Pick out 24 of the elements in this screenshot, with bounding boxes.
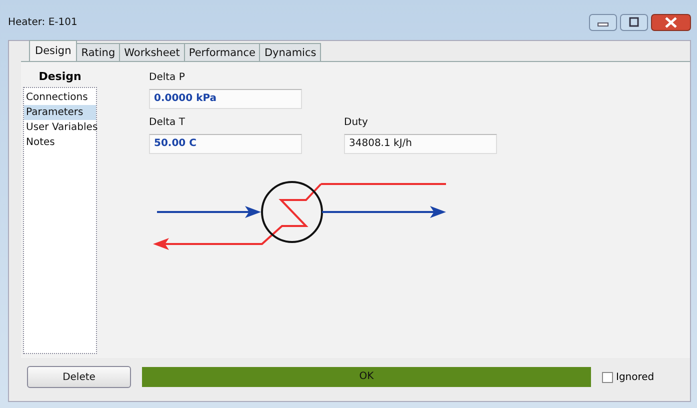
navigation-item[interactable]: Notes xyxy=(24,135,96,150)
checkbox-label: Ignored xyxy=(616,372,654,382)
input-field[interactable]: 0.0000 kPa xyxy=(149,89,302,109)
navigation-item[interactable]: User Variables xyxy=(24,120,96,135)
field-label: Duty xyxy=(344,117,369,128)
navigation-item[interactable]: Connections xyxy=(24,90,96,105)
maximize-button[interactable] xyxy=(620,14,648,30)
tab[interactable]: Worksheet xyxy=(119,43,185,61)
window-title: Heater: E-101 xyxy=(8,16,78,28)
close-button[interactable] xyxy=(651,14,691,30)
status-bar: OK xyxy=(142,367,591,387)
minimize-button[interactable] xyxy=(589,14,617,30)
tab[interactable]: Design xyxy=(29,40,78,61)
tab[interactable]: Dynamics xyxy=(259,43,322,61)
field-label: Delta T xyxy=(149,117,186,128)
navigation-item[interactable]: Parameters xyxy=(24,105,96,120)
field-label: Delta P xyxy=(149,72,186,83)
sidebar-title: Design xyxy=(38,69,82,85)
input-field[interactable]: 34808.1 kJ/h xyxy=(344,134,497,154)
delete-button[interactable]: Delete xyxy=(27,366,131,388)
checkbox[interactable] xyxy=(602,372,613,382)
input-field[interactable]: 50.00 C xyxy=(149,134,302,154)
tab[interactable]: Rating xyxy=(76,43,120,61)
tab[interactable]: Performance xyxy=(184,43,260,61)
